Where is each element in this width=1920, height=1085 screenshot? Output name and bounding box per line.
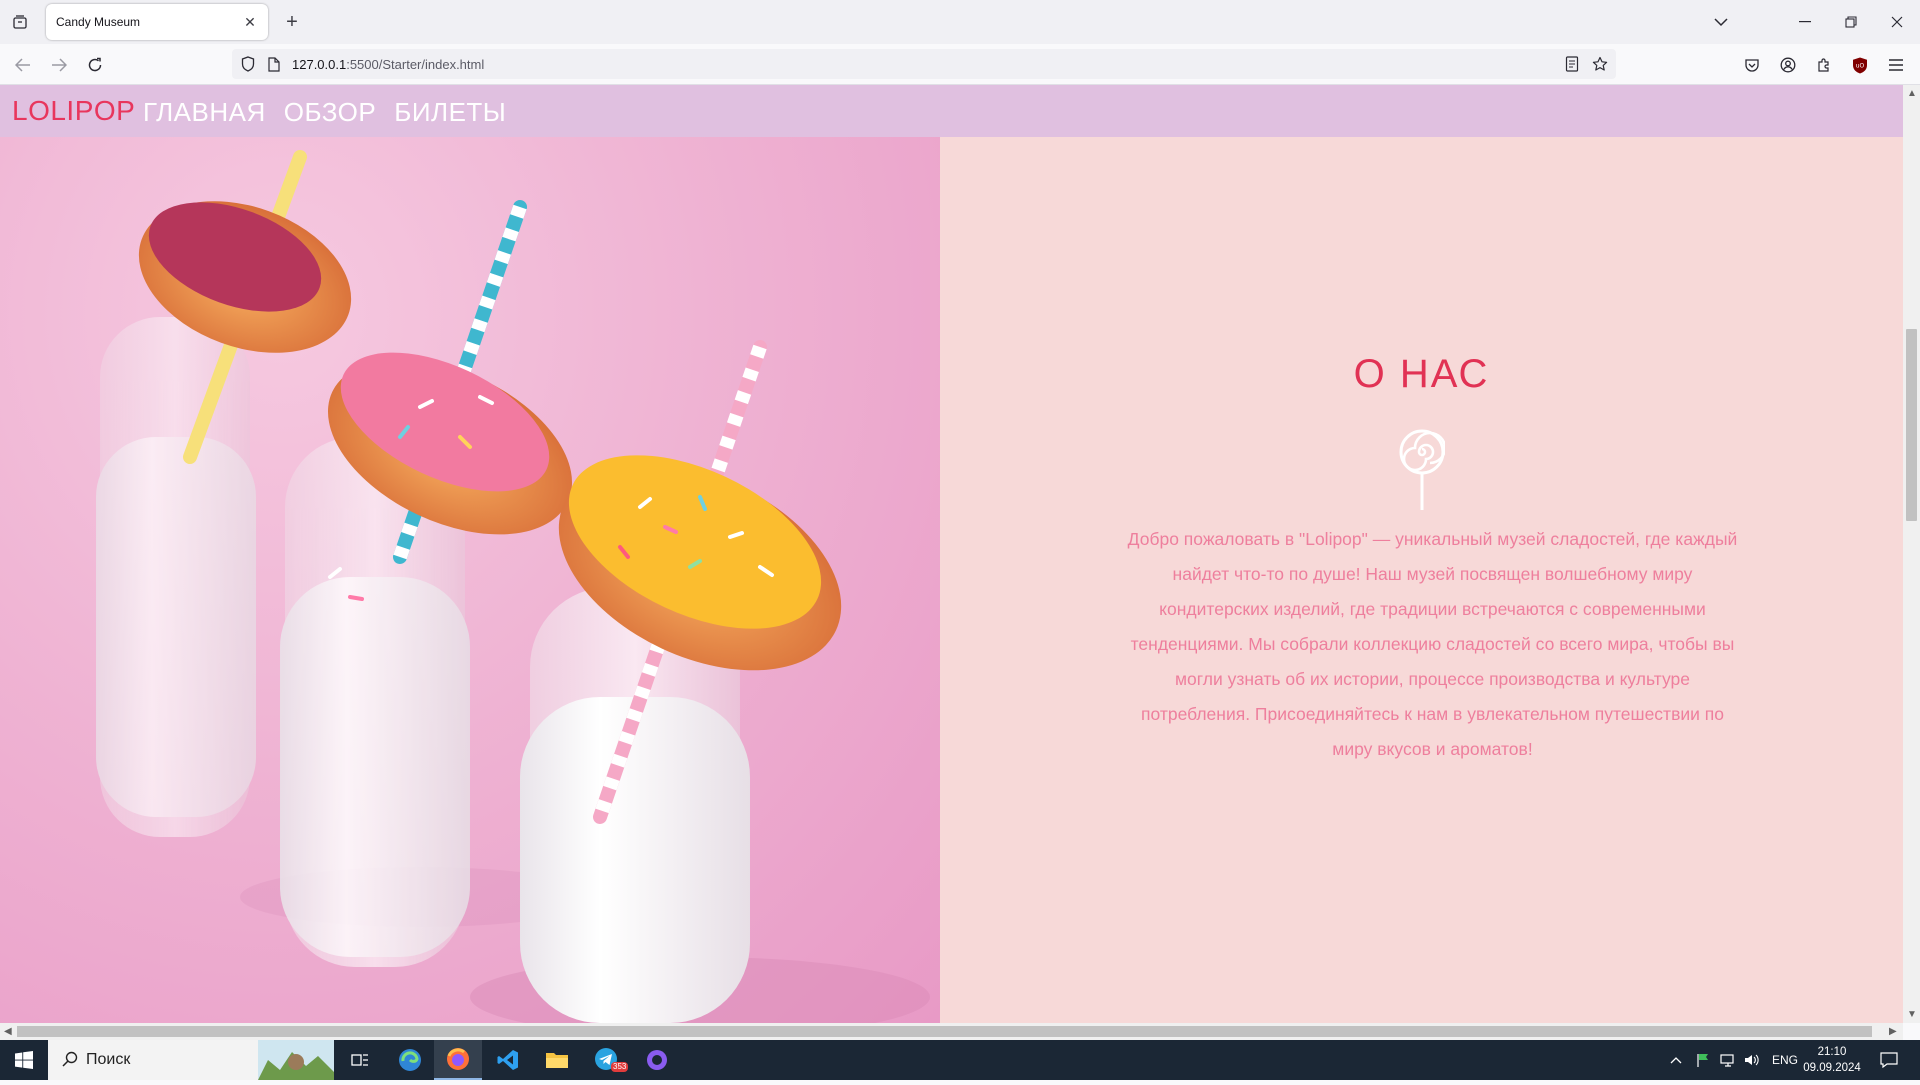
tab-overflow-chevron-icon[interactable] — [1708, 10, 1734, 34]
bookmark-star-icon[interactable] — [1590, 54, 1610, 74]
clock-time: 21:10 — [1817, 1046, 1847, 1058]
restore-button[interactable] — [1838, 10, 1864, 34]
about-title: О НАС — [1353, 352, 1490, 396]
vertical-scroll-thumb[interactable] — [1906, 329, 1917, 521]
about-description: Добро пожаловать в "Lolipop" — уникальны… — [1127, 529, 1738, 759]
language-indicator[interactable]: ENG — [1772, 1040, 1798, 1080]
volume-icon[interactable] — [1744, 1040, 1760, 1080]
nav-link-overview[interactable]: ОБЗОР — [284, 97, 376, 128]
taskbar-search-box[interactable]: Поиск — [48, 1040, 334, 1080]
about-section: О НАС Добро пожаловать в "Lolipop" — уни… — [940, 137, 1903, 1023]
flag-icon[interactable] — [1696, 1040, 1710, 1080]
site-logo[interactable]: LOLIPOP — [12, 95, 135, 127]
scroll-left-arrow-icon[interactable]: ◀ — [4, 1026, 12, 1037]
app-menu-hamburger-icon[interactable] — [1883, 52, 1909, 78]
new-tab-button[interactable]: + — [280, 10, 304, 34]
vscode-icon[interactable] — [484, 1040, 532, 1080]
back-arrow-icon[interactable] — [10, 52, 36, 78]
extensions-puzzle-icon[interactable] — [1811, 52, 1837, 78]
horizontal-scroll-thumb[interactable] — [17, 1026, 1872, 1037]
lollipop-icon — [1399, 429, 1447, 516]
search-placeholder: Поиск — [86, 1051, 131, 1068]
github-desktop-icon[interactable] — [633, 1040, 681, 1080]
pocket-icon[interactable] — [1739, 52, 1765, 78]
clock-date: 09.09.2024 — [1803, 1062, 1861, 1074]
hero-photo — [0, 137, 940, 1023]
search-highlight-image — [258, 1040, 334, 1080]
page-viewport: LOLIPOP ГЛАВНАЯ ОБЗОР БИЛЕТЫ О НАС Добро… — [0, 85, 1903, 1023]
page-info-icon[interactable] — [264, 54, 284, 74]
tray-overflow-chevron-icon[interactable] — [1670, 1040, 1682, 1080]
file-explorer-icon[interactable] — [533, 1040, 581, 1080]
network-icon[interactable] — [1720, 1040, 1736, 1080]
tab-close-icon[interactable]: ✕ — [240, 12, 260, 32]
reload-icon[interactable] — [82, 52, 108, 78]
minimize-button[interactable] — [1792, 10, 1818, 34]
task-view-icon[interactable] — [336, 1040, 384, 1080]
site-nav: ГЛАВНАЯ ОБЗОР БИЛЕТЫ — [143, 97, 506, 128]
taskbar-clock[interactable]: 21:10 09.09.2024 — [1800, 1044, 1864, 1076]
browser-tab-bar: Candy Museum ✕ + — [0, 0, 1920, 44]
site-header: LOLIPOP ГЛАВНАЯ ОБЗОР БИЛЕТЫ — [0, 85, 1903, 137]
url-host: 127.0.0.1 — [292, 57, 347, 72]
close-window-button[interactable] — [1884, 10, 1910, 34]
telegram-icon[interactable]: 353 — [583, 1040, 631, 1080]
vertical-scrollbar[interactable]: ▲ ▼ — [1903, 85, 1920, 1023]
notifications-icon[interactable] — [1880, 1040, 1898, 1080]
edge-browser-icon[interactable] — [386, 1040, 434, 1080]
nav-link-tickets[interactable]: БИЛЕТЫ — [394, 97, 506, 128]
horizontal-scrollbar[interactable]: ◀ ▶ — [0, 1023, 1903, 1040]
search-icon — [62, 1051, 78, 1072]
telegram-unread-badge: 353 — [611, 1062, 629, 1072]
scroll-down-arrow-icon[interactable]: ▼ — [1907, 1009, 1917, 1020]
account-icon[interactable] — [1775, 52, 1801, 78]
tracking-shield-icon[interactable] — [238, 54, 258, 74]
ublock-shield-icon[interactable]: uO — [1847, 52, 1873, 78]
svg-text:uO: uO — [1856, 62, 1865, 69]
reader-view-icon[interactable] — [1562, 54, 1582, 74]
browser-nav-bar: 127.0.0.1:5500/Starter/index.html uO — [0, 44, 1920, 85]
tab-title: Candy Museum — [56, 15, 141, 29]
url-bar[interactable]: 127.0.0.1:5500/Starter/index.html — [232, 49, 1616, 79]
tab-list-icon[interactable] — [8, 10, 32, 34]
url-path: :5500/Starter/index.html — [346, 57, 485, 72]
windows-start-icon[interactable] — [0, 1040, 48, 1080]
scroll-right-arrow-icon[interactable]: ▶ — [1889, 1026, 1897, 1037]
url-text[interactable]: 127.0.0.1:5500/Starter/index.html — [292, 57, 484, 72]
forward-arrow-icon[interactable] — [46, 52, 72, 78]
firefox-icon[interactable] — [434, 1040, 482, 1080]
nav-link-home[interactable]: ГЛАВНАЯ — [143, 97, 266, 128]
windows-taskbar: Поиск 353 ENG 21:10 09.09.2024 — [0, 1040, 1920, 1080]
scroll-up-arrow-icon[interactable]: ▲ — [1907, 88, 1917, 99]
browser-tab-active[interactable]: Candy Museum ✕ — [46, 4, 268, 40]
